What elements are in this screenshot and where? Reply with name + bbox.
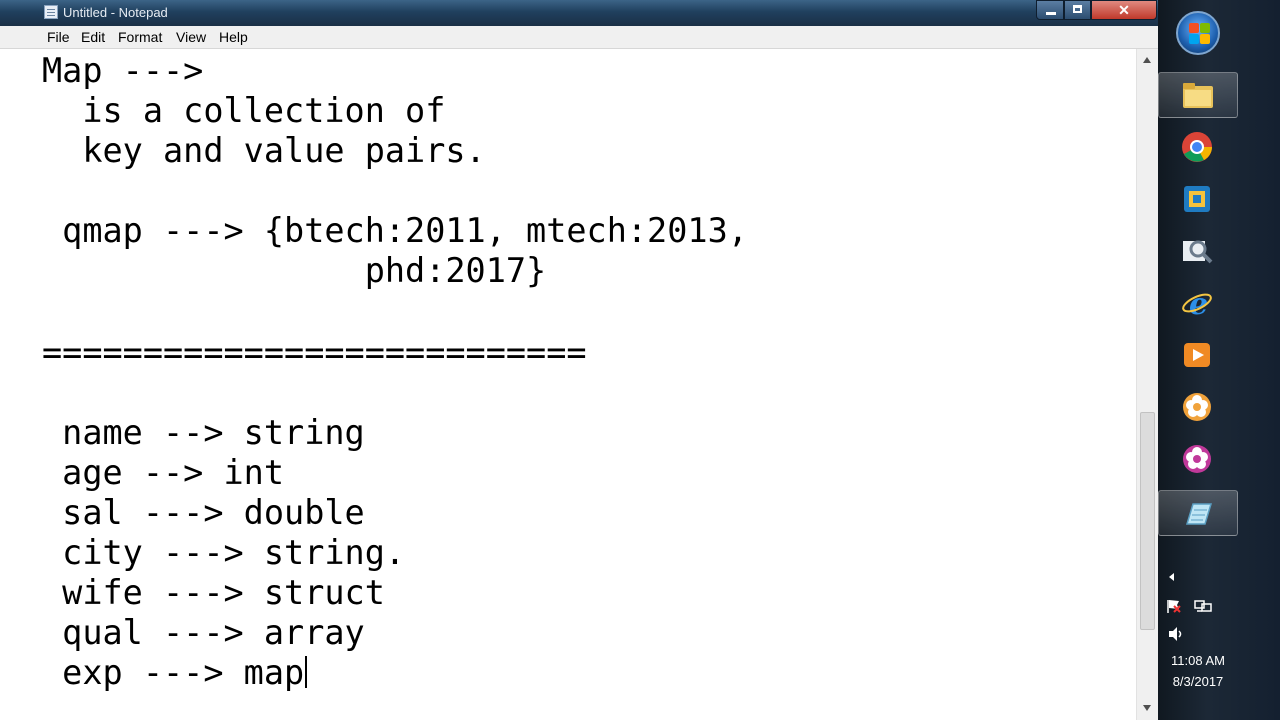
minimize-button[interactable]	[1036, 0, 1064, 20]
notepad-window: Untitled - Notepad ✕ File Edit Format Vi…	[0, 0, 1158, 720]
clock-date[interactable]: 8/3/2017	[1158, 674, 1238, 689]
editor-line: age --> int	[42, 453, 285, 492]
editor-line: is a collection of	[42, 91, 446, 130]
editor-line: exp ---> map	[42, 653, 305, 692]
editor-line: name --> string	[42, 413, 365, 452]
scrollbar-thumb[interactable]	[1140, 412, 1155, 630]
editor-line: ===========================	[42, 333, 587, 372]
taskbar-search[interactable]	[1158, 228, 1238, 274]
start-button[interactable]	[1176, 11, 1220, 55]
taskbar-explorer[interactable]	[1158, 72, 1238, 118]
internet-explorer-icon: e	[1180, 287, 1214, 322]
taskbar-notepad[interactable]	[1158, 490, 1238, 536]
editor-line: qual ---> array	[42, 613, 365, 652]
menu-help[interactable]: Help	[219, 29, 248, 45]
editor-last-line: exp ---> map	[42, 653, 308, 693]
svg-text:e: e	[1189, 287, 1208, 319]
window-title: Untitled - Notepad	[63, 5, 168, 20]
taskbar-chrome[interactable]	[1158, 124, 1238, 170]
taskbar-virtualbox[interactable]	[1158, 176, 1238, 222]
notepad-icon	[1181, 498, 1215, 530]
taskbar: e 11:08 AM 8/3/2017	[1158, 0, 1280, 720]
menu-bar: File Edit Format View Help	[0, 26, 1158, 49]
volume-icon[interactable]	[1168, 626, 1184, 641]
media-player-icon	[1180, 339, 1214, 371]
action-center-flag-icon[interactable]	[1166, 598, 1182, 613]
scroll-up-arrow-icon[interactable]	[1143, 57, 1151, 63]
menu-file[interactable]: File	[47, 29, 70, 45]
vertical-scrollbar[interactable]	[1136, 49, 1158, 720]
editor-line: sal ---> double	[42, 493, 365, 532]
flower-app-orange-icon	[1180, 391, 1214, 423]
notepad-app-icon[interactable]	[44, 5, 58, 19]
menu-edit[interactable]: Edit	[81, 29, 105, 45]
taskbar-app-pink[interactable]	[1158, 436, 1238, 482]
taskbar-media-player[interactable]	[1158, 332, 1238, 378]
editor-line: Map --->	[42, 51, 204, 90]
magnifier-icon	[1180, 235, 1214, 267]
flower-app-pink-icon	[1180, 443, 1214, 475]
network-icon[interactable]	[1194, 598, 1212, 612]
editor-line: qmap ---> {btech:2011, mtech:2013,	[42, 211, 748, 250]
taskbar-app-orange[interactable]	[1158, 384, 1238, 430]
menu-view[interactable]: View	[176, 29, 206, 45]
taskbar-internet-explorer[interactable]: e	[1158, 280, 1238, 326]
maximize-button[interactable]	[1064, 0, 1091, 20]
chrome-icon	[1180, 131, 1214, 163]
clock-time[interactable]: 11:08 AM	[1158, 653, 1238, 668]
editor-line: wife ---> struct	[42, 573, 385, 612]
editor-line: phd:2017}	[42, 251, 547, 290]
editor-line: key and value pairs.	[42, 131, 486, 170]
folder-icon	[1181, 80, 1215, 112]
scroll-down-arrow-icon[interactable]	[1143, 705, 1151, 711]
editor-line: city ---> string.	[42, 533, 406, 572]
title-bar[interactable]: Untitled - Notepad ✕	[0, 0, 1158, 26]
close-button[interactable]: ✕	[1091, 0, 1157, 20]
text-caret	[305, 656, 308, 688]
virtualbox-icon	[1180, 183, 1214, 215]
text-editor-area[interactable]: Map ---> is a collection of key and valu…	[0, 49, 1136, 720]
show-hidden-icons-arrow-icon[interactable]	[1169, 573, 1174, 581]
menu-format[interactable]: Format	[118, 29, 162, 45]
